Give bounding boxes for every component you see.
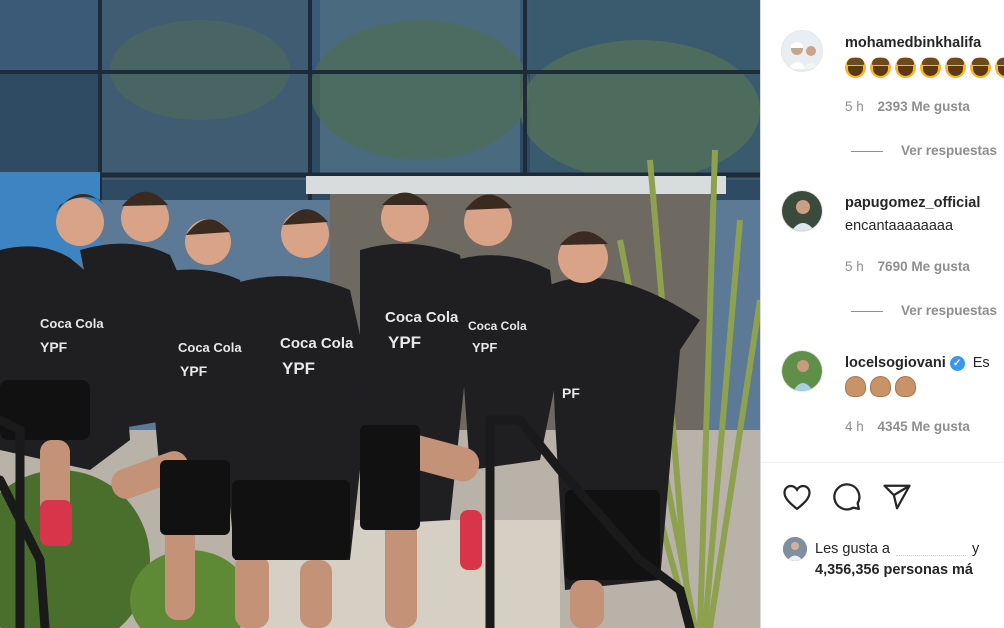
liked-by-suffix: y: [971, 540, 980, 557]
svg-text:Coca Cola: Coca Cola: [40, 316, 104, 331]
view-replies-button[interactable]: Ver respuestas: [851, 143, 997, 158]
comment-username-row: locelsogiovani ✓ Es: [845, 355, 990, 371]
comment-likes[interactable]: 7690 Me gusta: [878, 259, 970, 274]
team-photo: Coca Cola YPF Coca Cola YPF Coca Cola YP…: [0, 0, 760, 628]
raising-hands-icon: [970, 57, 991, 78]
raising-hands-icon: [945, 57, 966, 78]
avatar[interactable]: [781, 350, 823, 392]
view-replies-label: Ver respuestas: [901, 303, 998, 318]
clapping-hands-icon: [845, 376, 866, 397]
raising-hands-emoji-row: [845, 57, 1004, 78]
comment-likes[interactable]: 2393 Me gusta: [878, 99, 970, 114]
heart-icon: [783, 484, 811, 511]
clapping-hands-icon: [870, 376, 891, 397]
action-bar: [781, 481, 913, 513]
clapping-hands-emoji-row: [845, 376, 916, 397]
like-button[interactable]: [781, 481, 813, 513]
view-replies-label: Ver respuestas: [901, 143, 998, 158]
comment-username[interactable]: locelsogiovani: [845, 355, 946, 371]
view-replies-button[interactable]: Ver respuestas: [851, 303, 997, 318]
svg-text:YPF: YPF: [472, 340, 497, 355]
comment-meta: 5 h 2393 Me gusta: [845, 99, 980, 114]
raising-hands-icon: [870, 57, 891, 78]
avatar[interactable]: [781, 190, 823, 232]
comment-icon: [833, 483, 861, 511]
avatar[interactable]: [781, 30, 823, 72]
likes-count-button[interactable]: 4,356,356 personas má: [815, 562, 973, 578]
send-icon: [883, 484, 911, 510]
comment-meta: 5 h 7690 Me gusta: [845, 259, 980, 274]
raising-hands-icon: [895, 57, 916, 78]
comment-time[interactable]: 5 h: [845, 99, 864, 114]
raising-hands-icon: [920, 57, 941, 78]
raising-hands-icon: [995, 57, 1004, 78]
svg-text:YPF: YPF: [40, 339, 68, 355]
comments-panel: mohamedbinkhalifa 5 h 2393 Me gusta Ver …: [761, 0, 1004, 628]
comment-time[interactable]: 5 h: [845, 259, 864, 274]
svg-text:Coca Cola: Coca Cola: [385, 309, 459, 326]
comment-username[interactable]: mohamedbinkhalifa: [845, 35, 981, 51]
comment-time[interactable]: 4 h: [845, 419, 864, 434]
comment-username[interactable]: papugomez_official: [845, 195, 980, 211]
svg-text:YPF: YPF: [180, 363, 208, 379]
liked-by-prefix: Les gusta a: [815, 540, 890, 557]
post-photo[interactable]: Coca Cola YPF Coca Cola YPF Coca Cola YP…: [0, 0, 760, 628]
svg-text:PF: PF: [562, 385, 580, 401]
share-button[interactable]: [881, 481, 913, 513]
actions-divider: [761, 462, 1004, 463]
svg-text:Coca Cola: Coca Cola: [178, 340, 242, 355]
verified-badge-icon: ✓: [949, 355, 965, 371]
replies-dash: [851, 310, 883, 312]
liked-by-avatar[interactable]: [783, 537, 807, 561]
comment-text: encantaaaaaaaa: [845, 218, 954, 234]
comment-likes[interactable]: 4345 Me gusta: [878, 419, 970, 434]
replies-dash: [851, 150, 883, 152]
liked-by-line: Les gusta a y: [783, 537, 979, 561]
svg-text:Coca Cola: Coca Cola: [280, 335, 354, 352]
liked-by-hidden-username[interactable]: [895, 543, 966, 556]
comment-text: Es: [972, 355, 990, 371]
svg-text:YPF: YPF: [282, 359, 315, 378]
raising-hands-icon: [845, 57, 866, 78]
comment-meta: 4 h 4345 Me gusta: [845, 419, 980, 434]
svg-text:YPF: YPF: [388, 333, 421, 352]
clapping-hands-icon: [895, 376, 916, 397]
comment-button[interactable]: [831, 481, 863, 513]
svg-text:Coca Cola: Coca Cola: [468, 319, 527, 333]
